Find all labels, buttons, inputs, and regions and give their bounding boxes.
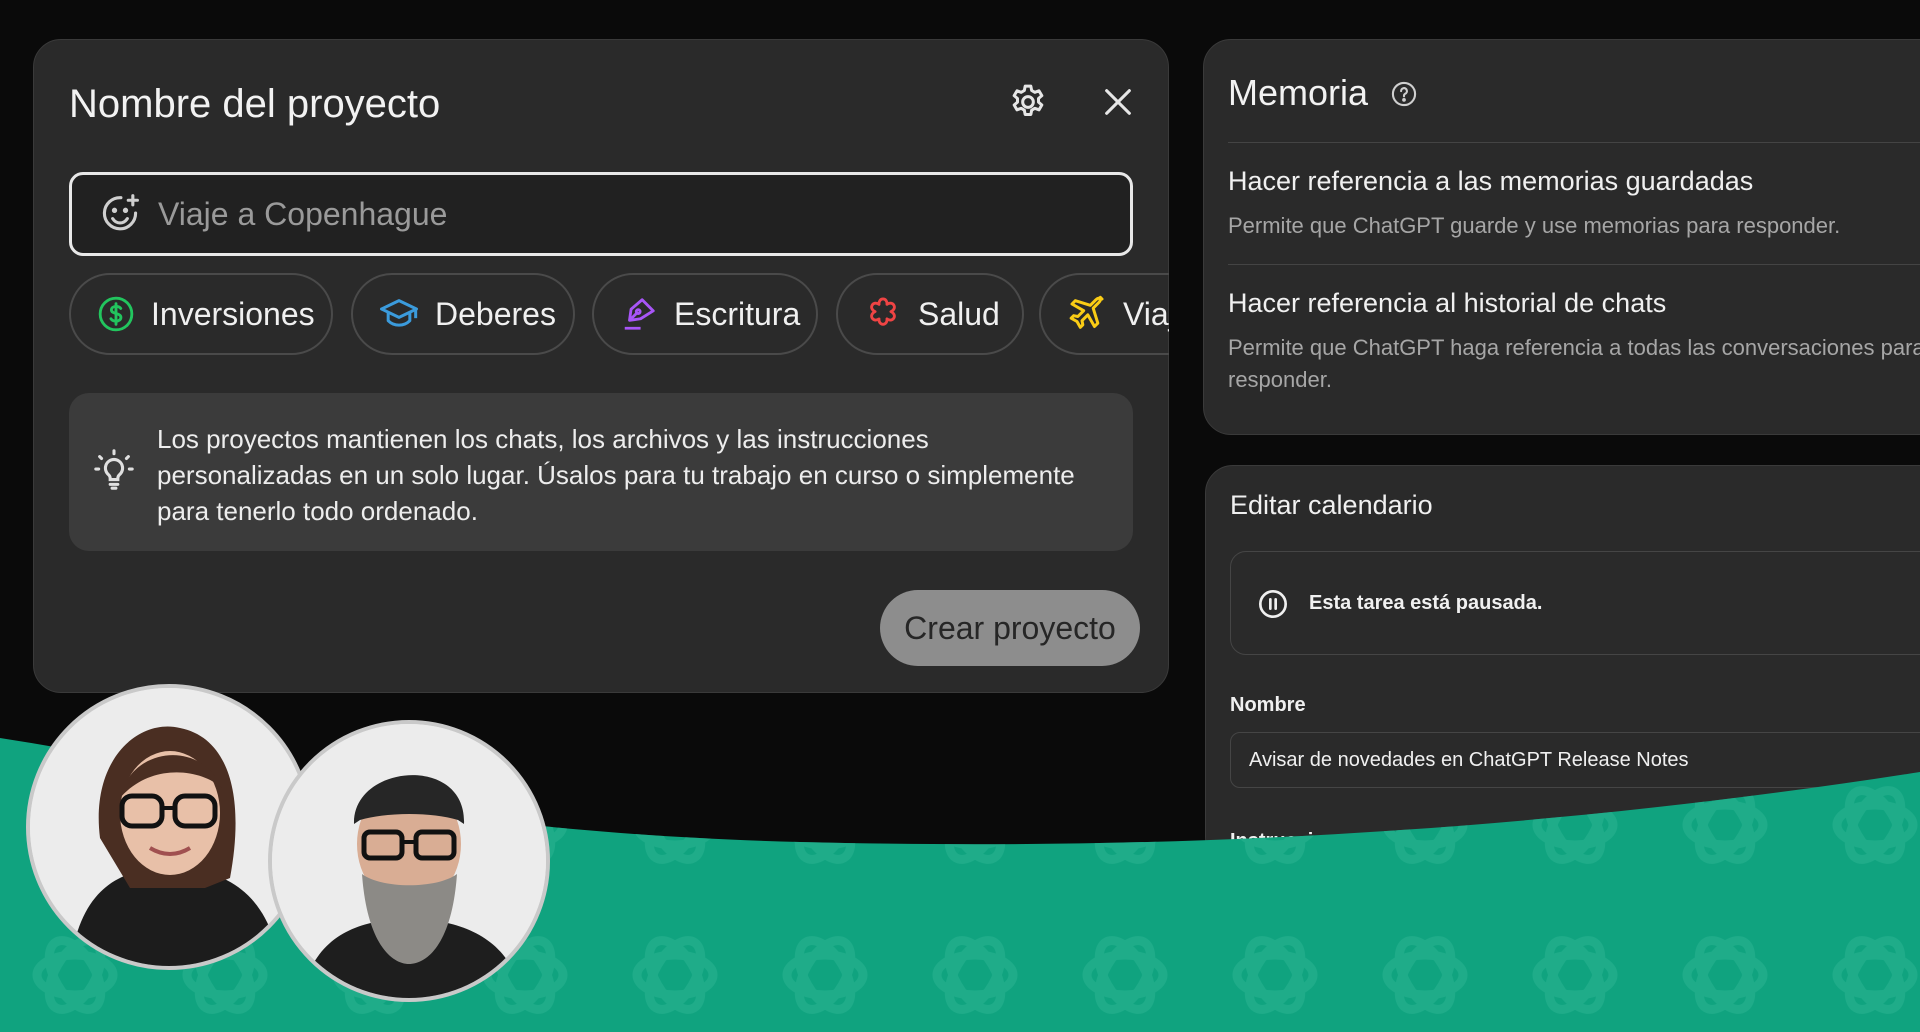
projects-tip: Los proyectos mantienen los chats, los a… [69, 393, 1133, 551]
graduation-cap-icon [380, 299, 418, 327]
pause-icon[interactable] [1257, 588, 1289, 620]
settings-gear-icon[interactable] [1002, 76, 1054, 128]
divider [1228, 142, 1920, 143]
chip-label: Inversiones [151, 295, 315, 332]
chip-inversiones[interactable]: Inversiones [69, 273, 333, 355]
host-avatar-woman [26, 684, 312, 970]
paused-notice: Esta tarea está pausada. [1230, 551, 1920, 655]
chip-viajes[interactable]: Viaj [1039, 273, 1169, 355]
chip-escritura[interactable]: Escritura [592, 273, 818, 355]
edit-calendar-panel: Editar calendario Esta tarea está pausad… [1205, 465, 1920, 865]
create-project-button[interactable]: Crear proyecto [880, 590, 1140, 666]
project-dialog: Nombre del proyecto Inversiones [33, 39, 1169, 693]
name-label: Nombre [1230, 694, 1306, 716]
plane-icon [1069, 295, 1104, 329]
calendar-title: Editar calendario [1230, 490, 1433, 520]
emoji-add-icon[interactable] [98, 192, 142, 236]
dialog-title: Nombre del proyecto [69, 82, 441, 126]
health-icon [870, 297, 896, 326]
host-avatar-man [268, 720, 550, 1002]
chip-label: Escritura [674, 295, 801, 332]
memory-setting-title[interactable]: Hacer referencia a las memorias guardada… [1228, 166, 1753, 197]
dollar-icon [98, 296, 134, 332]
chip-label: Viaj [1123, 295, 1169, 332]
paused-text: Esta tarea está pausada. [1309, 592, 1543, 614]
project-category-chips: Inversiones Deberes Escritura Salud Viaj [69, 273, 1169, 359]
chip-label: Salud [918, 295, 1000, 332]
memory-setting-title[interactable]: Hacer referencia al historial de chats [1228, 288, 1666, 319]
memory-title: Memoria [1228, 72, 1369, 113]
chip-salud[interactable]: Salud [836, 273, 1024, 355]
close-icon[interactable] [1092, 76, 1144, 128]
pen-icon [624, 298, 655, 330]
memory-panel: Memoria Hacer referencia a las memorias … [1203, 39, 1920, 435]
project-name-field[interactable] [69, 172, 1133, 256]
instructions-label: Instrucciones [1230, 830, 1361, 852]
memory-setting-description: Permite que ChatGPT guarde y use memoria… [1228, 213, 1841, 238]
memory-setting-description: Permite que ChatGPT haga referencia a to… [1228, 335, 1920, 392]
task-name-input[interactable]: Avisar de novedades en ChatGPT Release N… [1230, 732, 1920, 788]
project-name-input[interactable] [156, 194, 1130, 234]
lightbulb-icon [94, 449, 134, 490]
tip-text: Los proyectos mantienen los chats, los a… [157, 424, 1075, 526]
chip-label: Deberes [435, 295, 556, 332]
divider [1228, 264, 1920, 265]
chip-deberes[interactable]: Deberes [351, 273, 575, 355]
help-icon[interactable] [1390, 80, 1418, 108]
